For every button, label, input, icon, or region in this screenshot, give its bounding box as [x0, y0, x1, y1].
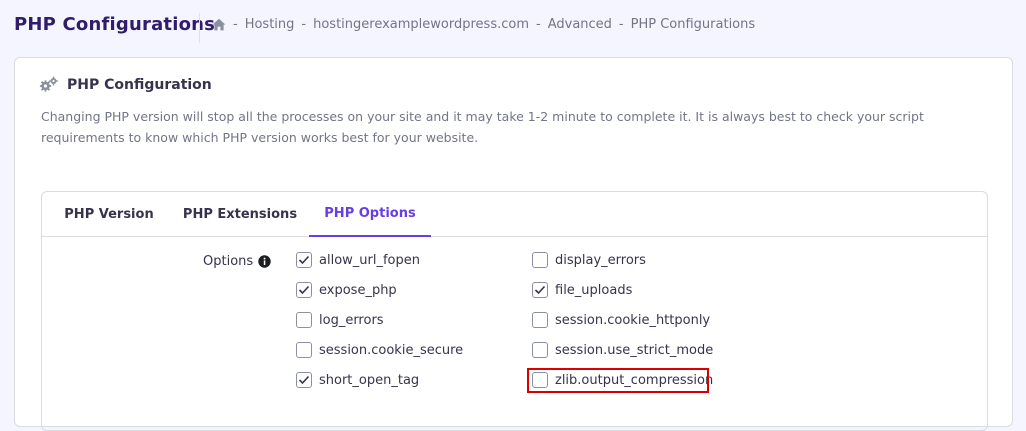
checkbox-zlib-output-compression[interactable] [532, 372, 548, 388]
option-label: allow_url_fopen [319, 252, 420, 268]
option-label: display_errors [555, 252, 646, 268]
option-allow-url-fopen[interactable]: allow_url_fopen [296, 251, 420, 269]
gears-icon [39, 76, 59, 93]
checkbox-short-open-tag[interactable] [296, 372, 312, 388]
checkbox-display-errors[interactable] [532, 252, 548, 268]
breadcrumb-separator: - [536, 17, 541, 32]
options-label-text: Options [203, 254, 254, 269]
page-header: PHP Configurations - Hosting - hostinger… [0, 0, 1026, 56]
header-divider [199, 13, 200, 43]
option-expose-php[interactable]: expose_php [296, 281, 397, 299]
option-label: session.use_strict_mode [555, 342, 714, 358]
tab-bar: PHP Version PHP Extensions PHP Options [42, 192, 987, 237]
tab-php-options[interactable]: PHP Options [309, 192, 431, 237]
breadcrumb: - Hosting - hostingerexamplewordpress.co… [212, 17, 755, 32]
option-file-uploads[interactable]: file_uploads [532, 281, 632, 299]
page-title: PHP Configurations [14, 14, 216, 35]
checkbox-session-cookie-httponly[interactable] [532, 312, 548, 328]
checkbox-file-uploads[interactable] [532, 282, 548, 298]
option-label: file_uploads [555, 282, 633, 298]
checkbox-allow-url-fopen[interactable] [296, 252, 312, 268]
options-label: Options [203, 254, 271, 269]
info-icon[interactable] [258, 255, 271, 268]
option-short-open-tag[interactable]: short_open_tag [296, 371, 419, 389]
option-label: zlib.output_compression [555, 372, 714, 388]
breadcrumb-separator: - [618, 17, 624, 32]
option-zlib-output-compression[interactable]: zlib.output_compression [532, 371, 713, 389]
breadcrumb-separator: - [301, 17, 307, 32]
option-label: session.cookie_httponly [555, 312, 711, 328]
option-label: short_open_tag [319, 372, 420, 388]
checkbox-session-use-strict-mode[interactable] [532, 342, 548, 358]
card-description: Changing PHP version will stop all the p… [41, 109, 924, 145]
php-settings-tabs-panel: PHP Version PHP Extensions PHP Options O… [41, 191, 988, 431]
card-header: PHP Configuration [39, 76, 212, 93]
checkbox-session-cookie-secure[interactable] [296, 342, 312, 358]
breadcrumb-item-hosting[interactable]: Hosting [245, 17, 295, 32]
checkbox-log-errors[interactable] [296, 312, 312, 328]
option-label: session.cookie_secure [319, 342, 464, 358]
php-configuration-card: PHP Configuration Changing PHP version w… [14, 57, 1013, 431]
breadcrumb-separator: - [233, 17, 238, 32]
breadcrumb-item-advanced[interactable]: Advanced [548, 17, 612, 32]
option-label: log_errors [319, 312, 384, 328]
option-display-errors[interactable]: display_errors [532, 251, 646, 269]
breadcrumb-item-domain[interactable]: hostingerexamplewordpress.com [313, 17, 529, 32]
option-session-cookie-httponly[interactable]: session.cookie_httponly [532, 311, 710, 329]
tab-php-extensions[interactable]: PHP Extensions [176, 192, 304, 236]
home-icon[interactable] [212, 18, 226, 31]
option-label: expose_php [319, 282, 397, 298]
breadcrumb-item-php-configurations: PHP Configurations [630, 17, 756, 32]
card-title: PHP Configuration [67, 76, 212, 93]
option-session-cookie-secure[interactable]: session.cookie_secure [296, 341, 463, 359]
checkbox-expose-php[interactable] [296, 282, 312, 298]
option-log-errors[interactable]: log_errors [296, 311, 384, 329]
option-session-use-strict-mode[interactable]: session.use_strict_mode [532, 341, 713, 359]
tab-php-version[interactable]: PHP Version [60, 192, 158, 236]
